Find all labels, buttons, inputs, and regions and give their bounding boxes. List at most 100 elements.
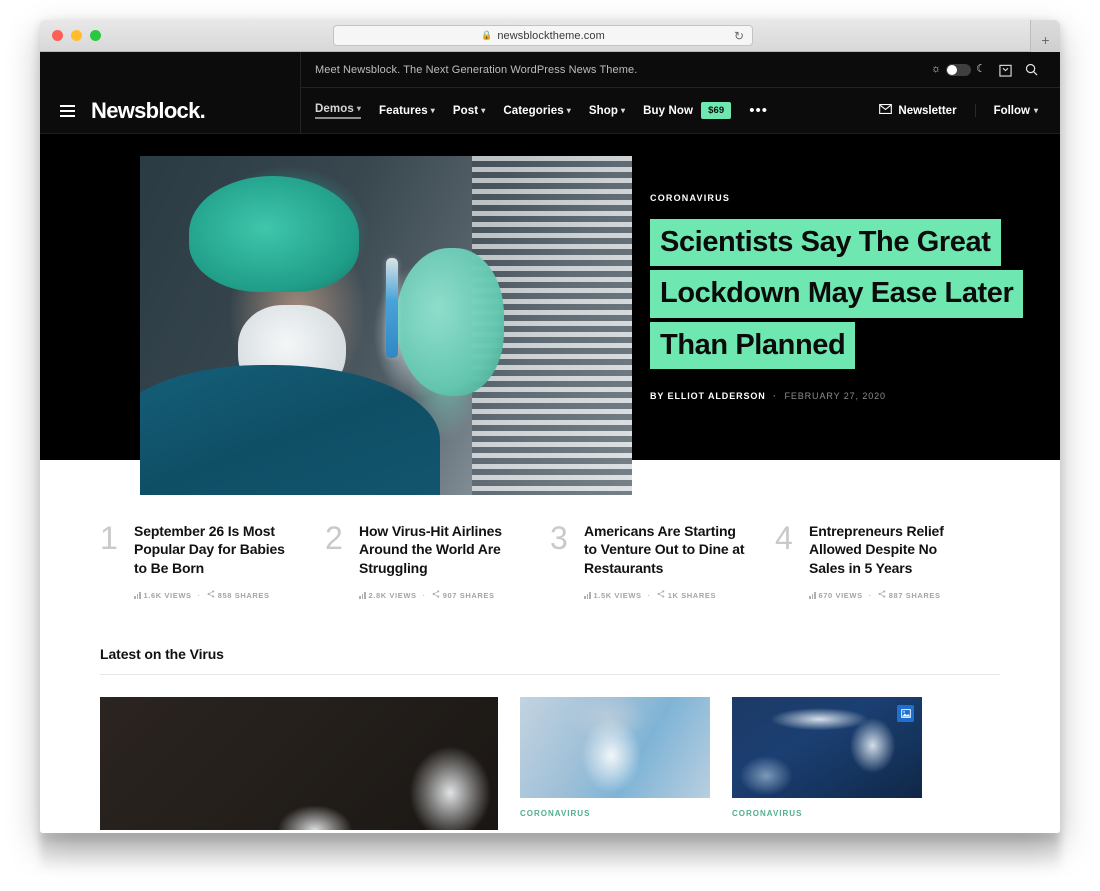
theme-toggle[interactable]: ☼ ☾	[931, 63, 986, 76]
story-rank-number: 2	[325, 520, 343, 556]
primary-menu: Demos ▾ Features ▾ Post ▾ Categories ▾ S…	[315, 102, 879, 119]
brand-area: Newsblock.	[40, 88, 300, 133]
nav-item-features[interactable]: Features ▾	[379, 105, 435, 117]
nav-label-features: Features	[378, 104, 428, 117]
list-item[interactable]: 1 September 26 Is Most Popular Day for B…	[100, 522, 325, 600]
lock-icon: 🔒	[481, 30, 493, 40]
story-body: Entrepreneurs Relief Allowed Despite No …	[809, 522, 976, 600]
article-card[interactable]: CORONAVIRUS	[732, 697, 922, 833]
share-icon	[432, 590, 440, 600]
more-menu-icon[interactable]: •••	[749, 103, 768, 118]
maximize-window-button[interactable]	[90, 30, 101, 41]
hero-text-block: CORONAVIRUS Scientists Say The Great Loc…	[650, 134, 1050, 460]
list-item[interactable]: 3 Americans Are Starting to Venture Out …	[550, 522, 775, 600]
search-icon[interactable]	[1025, 63, 1038, 76]
byline-author[interactable]: ELLIOT ALDERSON	[668, 391, 766, 401]
follow-button[interactable]: Follow ▾	[976, 105, 1038, 117]
story-title[interactable]: How Virus-Hit Airlines Around the World …	[359, 522, 526, 577]
latest-cards-grid: CORONAVIRUS CORONAVIRUS	[100, 697, 1000, 833]
story-body: How Virus-Hit Airlines Around the World …	[359, 522, 526, 600]
stat-separator: ·	[868, 590, 872, 600]
list-item[interactable]: 2 How Virus-Hit Airlines Around the Worl…	[325, 522, 550, 600]
views-stat: 670 VIEWS	[809, 591, 863, 600]
address-bar[interactable]: 🔒 newsblocktheme.com ↻	[333, 25, 753, 46]
theme-switch-knob	[947, 64, 958, 75]
shares-count: 1K SHARES	[667, 590, 717, 600]
bar-chart-icon	[584, 591, 591, 599]
story-title[interactable]: Entrepreneurs Relief Allowed Despite No …	[809, 522, 976, 577]
shares-stat: 907 SHARES	[432, 590, 495, 600]
views-count: 670 VIEWS	[818, 590, 863, 600]
reload-icon[interactable]: ↻	[734, 29, 744, 43]
chevron-down-icon: ▾	[621, 106, 626, 115]
main-content: 1 September 26 Is Most Popular Day for B…	[40, 460, 1060, 833]
newsletter-button[interactable]: Newsletter	[879, 104, 976, 117]
views-stat: 1.6K VIEWS	[134, 591, 192, 600]
story-title[interactable]: September 26 Is Most Popular Day for Bab…	[134, 522, 301, 577]
chevron-down-icon: ▾	[481, 106, 486, 115]
follow-label: Follow	[993, 104, 1030, 117]
article-thumbnail[interactable]	[732, 697, 922, 799]
newsletter-label: Newsletter	[898, 104, 957, 117]
article-thumbnail[interactable]	[520, 697, 710, 799]
list-item[interactable]: 4 Entrepreneurs Relief Allowed Despite N…	[775, 522, 1000, 600]
views-count: 1.5K VIEWS	[593, 590, 642, 600]
minimize-window-button[interactable]	[71, 30, 82, 41]
page-viewport: Meet Newsblock. The Next Generation Word…	[40, 52, 1060, 833]
hero-image[interactable]	[140, 156, 632, 495]
thumbnail-image-respirator-mask	[520, 697, 710, 799]
theme-switch-track[interactable]	[946, 63, 972, 76]
story-rank-number: 3	[550, 520, 568, 556]
bar-chart-icon	[134, 591, 141, 599]
hamburger-icon[interactable]	[60, 104, 75, 117]
article-category[interactable]: CORONAVIRUS	[732, 809, 922, 818]
nav-item-shop[interactable]: Shop ▾	[589, 105, 625, 117]
site-logo[interactable]: Newsblock.	[91, 98, 206, 124]
story-stats: 1.6K VIEWS · 858 SHARES	[134, 590, 301, 600]
views-count: 1.6K VIEWS	[143, 590, 192, 600]
stat-separator: ·	[197, 590, 201, 600]
story-body: September 26 Is Most Popular Day for Bab…	[134, 522, 301, 600]
article-card[interactable]	[100, 697, 498, 833]
byline-prefix: BY	[650, 391, 665, 402]
byline-separator: ·	[773, 391, 778, 402]
nav-label-categories: Categories	[503, 104, 564, 117]
bar-chart-icon	[809, 591, 816, 599]
nav-label-post: Post	[452, 104, 479, 117]
nav-item-buy-now[interactable]: Buy Now $69	[643, 102, 732, 119]
nav-label-shop: Shop	[588, 104, 619, 117]
nav-item-post[interactable]: Post ▾	[453, 105, 485, 117]
section-header-latest: Latest on the Virus	[100, 646, 1000, 676]
window-controls[interactable]	[52, 30, 101, 41]
views-count: 2.8K VIEWS	[368, 590, 417, 600]
nav-label-demos: Demos	[315, 102, 354, 115]
shopping-bag-icon[interactable]	[999, 63, 1012, 77]
hero-headline[interactable]: Scientists Say The Great Lockdown May Ea…	[650, 218, 1050, 370]
article-card[interactable]: CORONAVIRUS	[520, 697, 710, 833]
nav-label-buy-now: Buy Now	[643, 104, 694, 117]
byline-date: FEBRUARY 27, 2020	[784, 391, 886, 402]
url-text: newsblocktheme.com	[497, 29, 605, 42]
hero-headline-line-3: Than Planned	[650, 321, 856, 370]
hero-image-glove	[395, 247, 504, 396]
window-drop-shadow	[40, 833, 1060, 873]
chevron-down-icon: ▾	[566, 106, 571, 115]
article-thumbnail[interactable]	[100, 697, 498, 831]
shares-stat: 858 SHARES	[207, 590, 270, 600]
nav-item-categories[interactable]: Categories ▾	[503, 105, 571, 117]
stat-separator: ·	[422, 590, 426, 600]
shares-count: 858 SHARES	[217, 590, 270, 600]
hero-category-label[interactable]: CORONAVIRUS	[650, 193, 1050, 203]
hero-section: CORONAVIRUS Scientists Say The Great Loc…	[40, 134, 1060, 495]
price-badge: $69	[701, 102, 732, 119]
story-title[interactable]: Americans Are Starting to Venture Out to…	[584, 522, 751, 577]
new-tab-button[interactable]: +	[1030, 20, 1060, 52]
story-rank-number: 1	[100, 520, 118, 556]
gallery-icon	[897, 705, 914, 723]
nav-item-demos[interactable]: Demos ▾	[315, 103, 361, 119]
bar-chart-icon	[359, 591, 366, 599]
close-window-button[interactable]	[52, 30, 63, 41]
article-category[interactable]: CORONAVIRUS	[520, 809, 710, 818]
story-stats: 1.5K VIEWS · 1K SHARES	[584, 590, 751, 600]
sun-icon: ☼	[931, 63, 942, 75]
